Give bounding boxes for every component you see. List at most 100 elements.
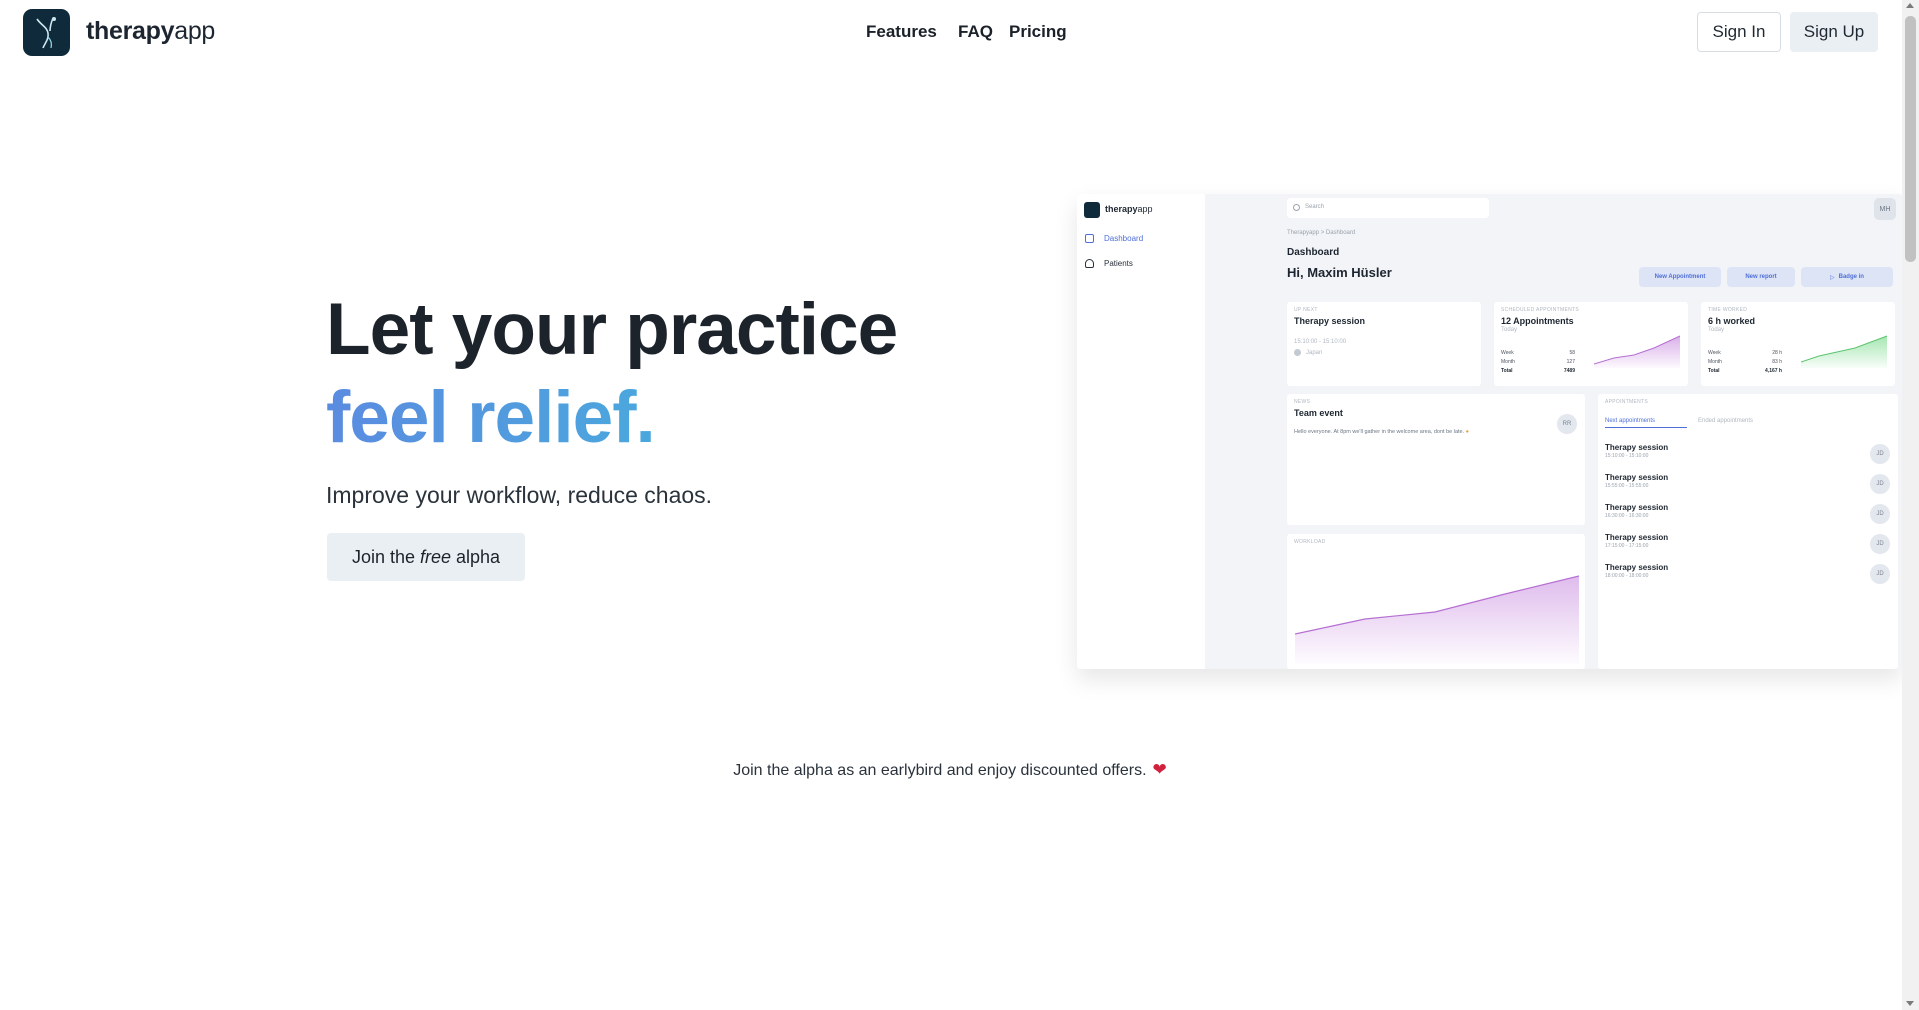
appointment-title: Therapy session — [1605, 443, 1669, 452]
stat-value: 4,167 h — [1765, 368, 1782, 374]
stat-value: 28 h — [1772, 350, 1782, 356]
appointment-title: Therapy session — [1605, 473, 1669, 482]
card-title: 12 Appointments — [1501, 316, 1574, 326]
appointment-title: Therapy session — [1605, 563, 1669, 572]
stat-row: Month 83 h — [1708, 359, 1782, 365]
earlybird-note: Join the alpha as an earlybird and enjoy… — [0, 760, 1900, 780]
brand-name[interactable]: therapyapp — [86, 17, 215, 46]
stat-value: 83 h — [1772, 359, 1782, 365]
emoji-icon: ● — [1465, 429, 1469, 435]
news-body: Hello everyone. At 8pm we'll gather in t… — [1294, 429, 1469, 435]
preview-badge-in-button: ▷ Badge in — [1801, 267, 1893, 287]
preview-up-next-card: UP NEXT Therapy session 15:10:00 - 15:10… — [1287, 302, 1481, 386]
appointment-item: Therapy session 16:30:00 - 16:30:00 — [1605, 503, 1668, 519]
hero-headline-accent: feel relief. — [326, 377, 656, 458]
preview-news-card: NEWS Team event Hello everyone. At 8pm w… — [1287, 394, 1585, 525]
card-location-text: Japan — [1306, 349, 1323, 356]
join-alpha-button[interactable]: Join the free alpha — [327, 533, 525, 581]
appointment-item: Therapy session 18:00:00 - 18:00:00 — [1605, 563, 1668, 579]
grid-icon — [1085, 234, 1094, 243]
play-icon: ▷ — [1830, 274, 1835, 281]
appointment-avatar: JD — [1870, 534, 1890, 554]
workload-chart — [1295, 575, 1579, 664]
appointment-avatar: JD — [1870, 444, 1890, 464]
app-preview-screenshot: therapyapp Dashboard Patients Search MH … — [1077, 194, 1902, 669]
appointment-title: Therapy session — [1605, 533, 1669, 542]
stat-row: Total 4,167 h — [1708, 368, 1782, 374]
news-avatar: RR — [1557, 414, 1577, 434]
appointment-title: Therapy session — [1605, 503, 1669, 512]
cta-emphasis: free — [419, 546, 452, 567]
nav-faq-link[interactable]: FAQ — [958, 22, 993, 42]
preview-brand-light: app — [1137, 204, 1153, 214]
nav-features-link[interactable]: Features — [866, 22, 937, 42]
hero-subtitle: Improve your workflow, reduce chaos. — [326, 482, 713, 508]
brand-name-light: app — [174, 17, 216, 45]
pin-icon — [1294, 349, 1301, 356]
stat-label: Week — [1708, 350, 1721, 356]
appointment-time: 15:55:00 - 15:55:00 — [1605, 483, 1649, 489]
stat-row: Week 58 — [1501, 350, 1575, 356]
appointment-time: 18:00:00 - 18:00:00 — [1605, 573, 1649, 579]
card-subtitle: Today — [1708, 327, 1725, 333]
scrollbar-thumb[interactable] — [1905, 16, 1916, 262]
brand-logo-icon[interactable] — [23, 9, 70, 56]
stat-row: Week 28 h — [1708, 350, 1782, 356]
preview-sidebar: therapyapp Dashboard Patients — [1077, 194, 1205, 669]
appointment-time: 17:15:00 - 17:15:00 — [1605, 543, 1649, 549]
sign-up-button[interactable]: Sign Up — [1790, 12, 1878, 52]
stat-label: Week — [1501, 350, 1514, 356]
preview-workload-card: WORKLOAD — [1287, 534, 1585, 669]
card-caption: UP NEXT — [1294, 307, 1318, 313]
appointment-time: 16:30:00 - 16:30:00 — [1605, 513, 1649, 519]
stat-value: 127 — [1566, 359, 1575, 365]
cta-suffix: alpha — [456, 546, 501, 567]
time-worked-sparkline — [1801, 335, 1888, 368]
brand-name-bold: therapy — [86, 17, 175, 45]
appointment-item: Therapy session 15:55:00 - 15:55:00 — [1605, 473, 1668, 489]
preview-greeting: Hi, Maxim Hüsler — [1287, 265, 1392, 280]
card-title: 6 h worked — [1708, 316, 1756, 326]
card-caption: SCHEDULED APPOINTMENTS — [1501, 307, 1580, 313]
card-caption: NEWS — [1294, 399, 1311, 405]
card-caption: TIME WORKED — [1708, 307, 1748, 313]
scroll-down-arrow-icon[interactable] — [1906, 1001, 1914, 1006]
preview-sidebar-label: Dashboard — [1104, 234, 1144, 243]
appointment-avatar: JD — [1870, 564, 1890, 584]
appointment-avatar: JD — [1870, 504, 1890, 524]
sign-in-button[interactable]: Sign In — [1697, 12, 1781, 52]
stat-value: 58 — [1569, 350, 1575, 356]
page-scrollbar[interactable] — [1902, 0, 1919, 1010]
card-location: Japan — [1294, 349, 1322, 356]
card-caption: APPOINTMENTS — [1605, 399, 1649, 405]
hero-headline: Let your practice — [326, 289, 898, 370]
earlybird-text: Join the alpha as an earlybird and enjoy… — [733, 762, 1147, 779]
preview-new-report-button: New report — [1727, 267, 1795, 287]
preview-new-appointment-button: New Appointment — [1639, 267, 1721, 287]
stat-row: Total 7489 — [1501, 368, 1575, 374]
preview-tab-next: Next appointments — [1605, 418, 1687, 428]
preview-sidebar-item-patients: Patients — [1085, 259, 1133, 268]
search-icon — [1293, 204, 1300, 211]
preview-search-input: Search — [1287, 198, 1489, 218]
preview-appointments-card: APPOINTMENTS Next appointments Ended app… — [1598, 394, 1898, 669]
preview-scheduled-card: SCHEDULED APPOINTMENTS 12 Appointments T… — [1494, 302, 1688, 386]
card-title: Therapy session — [1294, 316, 1366, 326]
card-subtitle: Today — [1501, 327, 1518, 333]
stat-value: 7489 — [1563, 368, 1575, 374]
appointment-time: 15:10:00 - 15:10:00 — [1605, 453, 1649, 459]
preview-logo-icon — [1084, 202, 1100, 218]
preview-search-placeholder: Search — [1305, 204, 1325, 210]
card-time: 15:10:00 - 15:10:00 — [1294, 339, 1347, 345]
appointments-sparkline — [1594, 335, 1681, 368]
scroll-up-arrow-icon[interactable] — [1906, 3, 1914, 8]
appointment-item: Therapy session 17:15:00 - 17:15:00 — [1605, 533, 1668, 549]
card-title: Team event — [1294, 408, 1343, 418]
preview-sidebar-item-dashboard: Dashboard — [1085, 234, 1143, 243]
user-icon — [1085, 259, 1094, 268]
preview-brand-bold: therapy — [1105, 204, 1138, 214]
preview-brand: therapyapp — [1105, 204, 1153, 214]
card-caption: WORKLOAD — [1294, 539, 1326, 545]
nav-pricing-link[interactable]: Pricing — [1009, 22, 1067, 42]
news-body-text: Hello everyone. At 8pm we'll gather in t… — [1294, 429, 1465, 435]
